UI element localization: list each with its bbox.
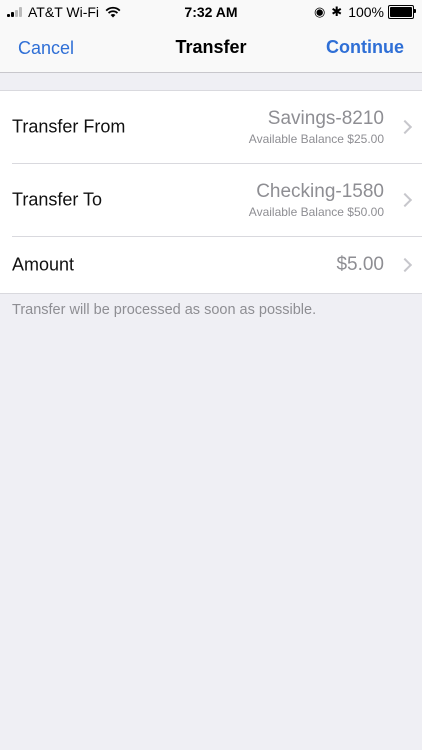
transfer-to-label: Transfer To (12, 189, 103, 210)
processing-note: Transfer will be processed as soon as po… (12, 302, 317, 318)
chevron-right-icon (397, 192, 413, 208)
chevron-right-icon (397, 257, 413, 273)
transfer-form: Transfer From Savings-8210 Available Bal… (0, 90, 422, 294)
status-right: ◉ ✱ 100% (313, 4, 416, 20)
battery-icon (388, 5, 416, 19)
transfer-to-account: Checking-1580 (256, 181, 384, 202)
chevron-right-icon (397, 119, 413, 135)
amount-row[interactable]: Amount $5.00 (12, 237, 422, 293)
transfer-from-balance: Available Balance $25.00 (248, 132, 384, 146)
transfer-from-account: Savings-8210 (267, 108, 384, 129)
continue-button[interactable]: Continue (326, 37, 404, 58)
battery-fill (390, 7, 412, 17)
transfer-to-row[interactable]: Transfer To Checking-1580 Available Bala… (12, 164, 422, 237)
navigation-bar: Cancel Transfer Continue (0, 24, 422, 73)
amount-value: $5.00 (336, 254, 384, 275)
transfer-from-row[interactable]: Transfer From Savings-8210 Available Bal… (12, 91, 422, 164)
amount-label: Amount (12, 254, 75, 275)
amount-value-group: $5.00 (336, 254, 384, 276)
battery-percent: 100% (348, 4, 384, 20)
status-bar: AT&T Wi-Fi 7:32 AM ◉ ✱ 100% (0, 0, 422, 24)
transfer-to-balance: Available Balance $50.00 (248, 205, 384, 219)
transfer-from-value-group: Savings-8210 Available Balance $25.00 (249, 108, 384, 146)
transfer-to-value-group: Checking-1580 Available Balance $50.00 (249, 181, 384, 219)
bluetooth-icon: ✱ (331, 4, 343, 19)
orientation-lock-icon: ◉ (313, 4, 326, 19)
transfer-from-label: Transfer From (12, 116, 126, 137)
